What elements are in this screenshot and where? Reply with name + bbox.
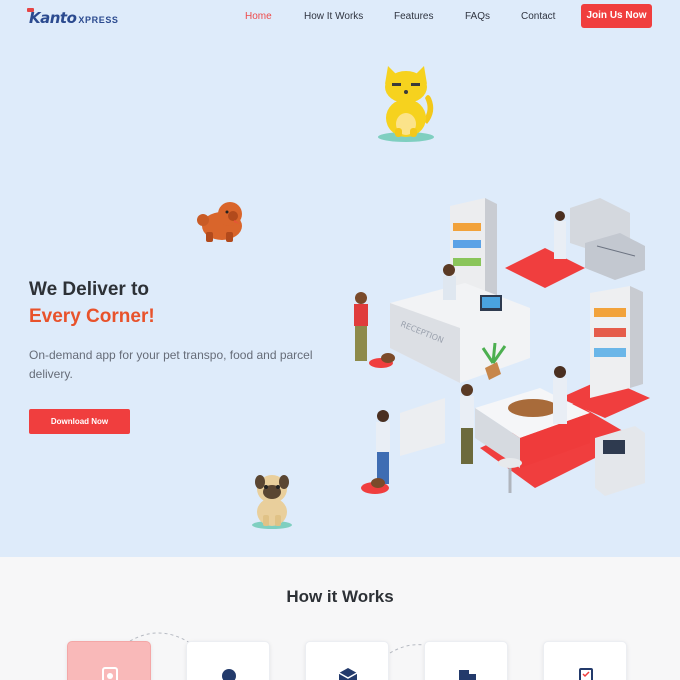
step-card-5[interactable] bbox=[543, 641, 627, 680]
hero-headline-accent: Every Corner! bbox=[29, 306, 155, 327]
download-now-button[interactable]: Download Now bbox=[29, 409, 130, 434]
user-pin-icon bbox=[222, 669, 236, 680]
main-nav: Home How It Works Features FAQs Contact bbox=[0, 10, 680, 24]
package-box-icon bbox=[338, 668, 358, 680]
how-it-works-title: How it Works bbox=[286, 587, 394, 606]
phone-app-icon bbox=[102, 667, 118, 680]
step-card-1[interactable] bbox=[67, 641, 151, 680]
step-card-3[interactable] bbox=[305, 641, 389, 680]
truck-delivery-icon bbox=[459, 670, 476, 680]
hero-headline: We Deliver to bbox=[29, 279, 150, 300]
vet-clinic-illustration: RECEPTION bbox=[354, 198, 650, 496]
nav-contact[interactable]: Contact bbox=[521, 10, 555, 24]
invoice-check-icon bbox=[579, 668, 593, 680]
join-us-button[interactable]: Join Us Now bbox=[581, 4, 652, 28]
steps-connector-lines bbox=[129, 632, 441, 654]
nav-how-it-works[interactable]: How It Works bbox=[304, 10, 363, 24]
chow-dog-illustration bbox=[197, 202, 242, 242]
step-card-2[interactable] bbox=[186, 641, 270, 680]
pug-illustration bbox=[252, 475, 292, 529]
nav-features[interactable]: Features bbox=[394, 10, 433, 24]
nav-faqs[interactable]: FAQs bbox=[465, 10, 490, 24]
hero-subtext: On-demand app for your pet transpo, food… bbox=[29, 348, 313, 381]
nav-home[interactable]: Home bbox=[245, 10, 272, 24]
step-card-4[interactable] bbox=[424, 641, 508, 680]
cat-illustration bbox=[378, 66, 434, 142]
